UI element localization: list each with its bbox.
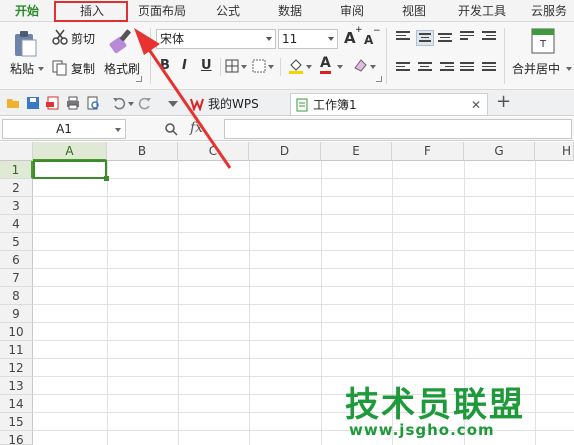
watermark-title: 技术员联盟 (345, 385, 525, 425)
watermark-url: www.jsgho.com (349, 421, 495, 439)
